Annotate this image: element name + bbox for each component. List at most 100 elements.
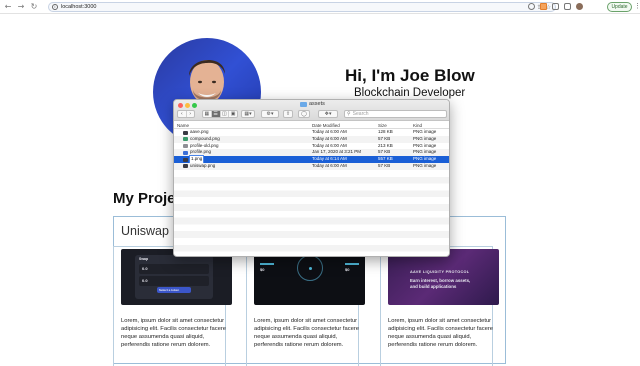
- arrow-left-icon[interactable]: ←: [3, 2, 13, 12]
- file-kind: PNG image: [413, 142, 437, 148]
- folder-icon: [300, 101, 307, 107]
- file-size: 557 KB: [378, 156, 393, 162]
- share-icon[interactable]: ⇪: [284, 111, 292, 117]
- thumb-label: 0.0: [142, 266, 148, 271]
- thumb-label: Swap: [139, 257, 149, 261]
- file-date: Today at 6:00 AM: [312, 142, 347, 148]
- file-name: compound.png: [190, 135, 220, 141]
- file-row[interactable]: compound.png Today at 6:00 AM 57 KB PNG …: [174, 135, 449, 143]
- share-button[interactable]: ⇪: [283, 110, 293, 118]
- finder-search[interactable]: ⚲: [344, 110, 447, 118]
- image-file-icon: [183, 164, 188, 169]
- file-list: aave.png Today at 6:00 AM 128 KB PNG ima…: [174, 129, 449, 170]
- project-card-aave[interactable]: AAVE LIQUIDITY PROTOCOL Earn interest, b…: [380, 246, 499, 366]
- file-size: 128 KB: [378, 129, 393, 134]
- thumb-label: Select a token: [159, 288, 180, 292]
- search-icon: ⚲: [347, 111, 351, 117]
- more-menu-icon[interactable]: ⋮: [634, 3, 640, 10]
- url-text[interactable]: localhost:3000: [61, 4, 96, 10]
- file-size: 213 KB: [378, 142, 393, 148]
- tag-icon[interactable]: ◯: [299, 111, 309, 117]
- image-file-icon: [183, 157, 188, 162]
- thumb-label: $0: [345, 267, 350, 272]
- group-by-icon[interactable]: ▦▾: [242, 111, 254, 117]
- image-file-icon: [183, 130, 188, 135]
- hero-heading: Hi, I'm Joe Blow: [345, 66, 475, 85]
- icon-view-icon[interactable]: ▦: [203, 111, 212, 117]
- file-kind: PNG image: [413, 149, 437, 155]
- dropbox-button[interactable]: ❖▾: [318, 110, 338, 118]
- view-mode-group: ▦ ☰ ◫ ▣: [202, 110, 238, 118]
- finder-titlebar[interactable]: assets ‹ › ▦ ☰ ◫ ▣ ▦▾ ⚙▾ ⇪ ◯ ❖▾ ⚲: [174, 100, 449, 121]
- file-size: 57 KB: [378, 149, 391, 155]
- column-size[interactable]: Size: [378, 122, 387, 129]
- project-description: Lorem, ipsum dolor sit amet consectetur …: [254, 318, 360, 348]
- image-file-icon: [183, 144, 188, 149]
- gear-icon[interactable]: ⚙▾: [262, 111, 278, 117]
- projects-heading: My Projects: [113, 190, 173, 207]
- search-input[interactable]: [352, 111, 443, 117]
- project-thumbnail: $0 $0: [254, 249, 365, 305]
- file-name: profile.png: [190, 149, 212, 155]
- file-size: 57 KB: [378, 162, 391, 168]
- group-by-button[interactable]: ▦▾: [241, 110, 255, 118]
- minimize-window-button[interactable]: [185, 103, 190, 108]
- file-kind: PNG image: [413, 162, 437, 168]
- puzzle-extensions-icon[interactable]: [552, 3, 559, 10]
- file-date: Today at 6:00 AM: [312, 129, 347, 134]
- gallery-view-icon[interactable]: ▣: [229, 111, 237, 117]
- finder-forward-icon[interactable]: ›: [187, 111, 195, 117]
- thumb-label: AAVE LIQUIDITY PROTOCOL: [410, 270, 470, 274]
- dropbox-icon[interactable]: ❖▾: [319, 111, 337, 117]
- tags-button[interactable]: ◯: [298, 110, 310, 118]
- finder-back-icon[interactable]: ‹: [178, 111, 187, 117]
- profile-avatar-icon[interactable]: [576, 3, 583, 10]
- folder-name: assets: [309, 101, 325, 107]
- project-description: Lorem, ipsum dolor sit amet consectetur …: [121, 318, 227, 348]
- file-date: Today at 6:00 AM: [312, 162, 347, 168]
- file-row[interactable]: aave.png Today at 6:00 AM 128 KB PNG ima…: [174, 129, 449, 136]
- browser-toolbar: ← → ↻ i localhost:3000 ⇪ ☆ Update ⋮: [0, 0, 640, 14]
- file-kind: PNG image: [413, 129, 437, 134]
- file-row[interactable]: profile-old.png Today at 6:00 AM 213 KB …: [174, 143, 449, 150]
- project-card-uniswap[interactable]: Swap 0.0 0.0 Select a token Lorem, ipsum…: [113, 246, 232, 366]
- file-name: profile-old.png: [190, 142, 219, 148]
- column-kind[interactable]: Kind: [413, 122, 422, 129]
- file-date: Jan 17, 2020 at 3:21 PM: [312, 149, 362, 155]
- finder-window: assets ‹ › ▦ ☰ ◫ ▣ ▦▾ ⚙▾ ⇪ ◯ ❖▾ ⚲ Search…: [173, 99, 450, 257]
- column-view-icon[interactable]: ◫: [221, 111, 230, 117]
- empty-list-area[interactable]: [174, 170, 449, 256]
- image-file-icon: [183, 150, 188, 155]
- image-file-icon: [183, 137, 188, 142]
- file-name-rename-field[interactable]: 1.png: [188, 155, 205, 164]
- close-window-button[interactable]: [178, 103, 183, 108]
- action-menu-button[interactable]: ⚙▾: [261, 110, 279, 118]
- column-header: Name Date Modified Size Kind: [174, 122, 449, 129]
- file-date: Today at 6:14 AM: [312, 156, 347, 162]
- metamask-fox-icon[interactable]: [540, 3, 547, 10]
- finder-title: assets: [300, 101, 325, 107]
- file-row-selected[interactable]: 1.png Today at 6:14 AM 557 KB PNG image: [174, 155, 449, 164]
- update-button[interactable]: Update: [607, 2, 632, 12]
- column-date-modified[interactable]: Date Modified: [312, 122, 340, 129]
- thumb-label: $0: [260, 267, 265, 272]
- address-bar[interactable]: i localhost:3000 ⇪ ☆: [48, 2, 556, 12]
- zoom-window-button[interactable]: [192, 103, 197, 108]
- list-view-icon[interactable]: ☰: [211, 111, 221, 117]
- sidebar-panel-icon[interactable]: [564, 3, 571, 10]
- arrow-right-icon[interactable]: →: [16, 2, 26, 12]
- project-thumbnail: Swap 0.0 0.0 Select a token: [121, 249, 232, 305]
- project-card-compound[interactable]: $0 $0 Lorem, ipsum dolor sit amet consec…: [246, 246, 365, 366]
- thumb-label: Earn interest, borrow assets, and build …: [410, 278, 471, 289]
- file-date: Today at 6:00 AM: [312, 135, 347, 141]
- file-name: aave.png: [190, 129, 209, 134]
- file-row[interactable]: uniswap.png Today at 6:00 AM 57 KB PNG i…: [174, 162, 449, 170]
- reload-icon[interactable]: ↻: [29, 2, 39, 12]
- info-icon[interactable]: i: [52, 4, 58, 10]
- thumb-label: 0.0: [142, 278, 148, 283]
- project-description: Lorem, ipsum dolor sit amet consectetur …: [388, 318, 494, 348]
- file-row[interactable]: profile.png Jan 17, 2020 at 3:21 PM 57 K…: [174, 149, 449, 157]
- file-name: uniswap.png: [190, 162, 216, 168]
- column-name[interactable]: Name: [177, 122, 189, 129]
- extension-circle-icon[interactable]: [528, 3, 535, 10]
